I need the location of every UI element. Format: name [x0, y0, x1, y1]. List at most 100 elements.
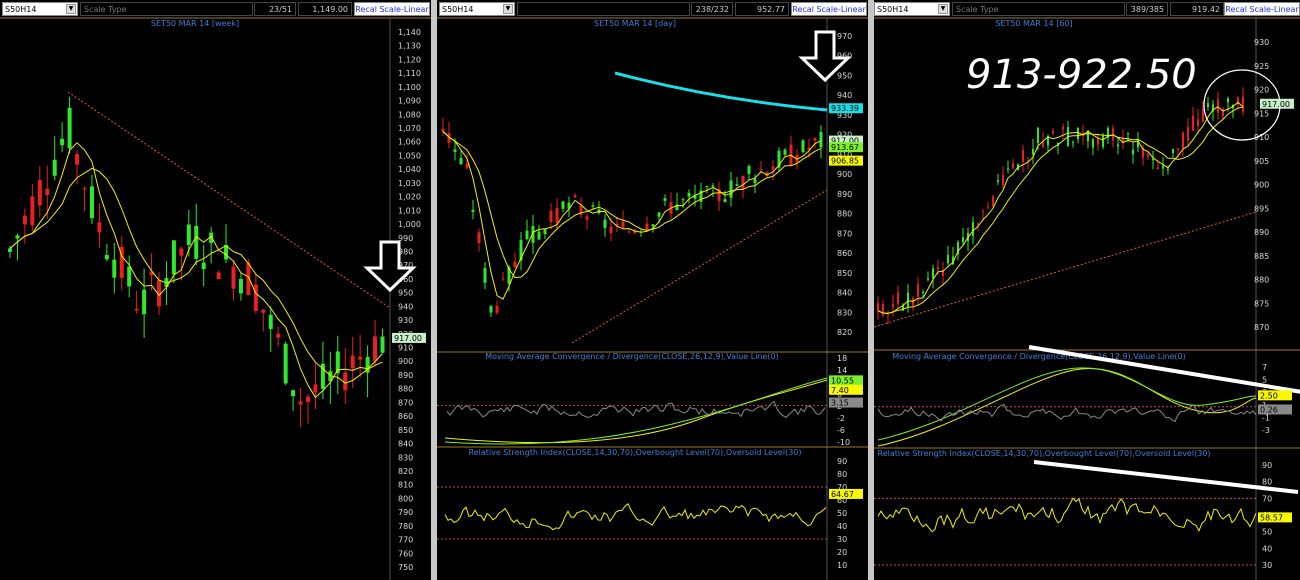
candle-body	[67, 107, 72, 149]
macd-line	[444, 377, 828, 445]
candle-body	[937, 267, 939, 270]
chart-canvas[interactable]: SET50 MAR 14 [week] 1,140 1,130 1,120 1,110 1…	[0, 0, 431, 580]
candle-body	[477, 232, 481, 244]
y-tick-label: 850	[837, 269, 852, 278]
candle-body	[609, 226, 613, 233]
candle-body	[892, 304, 894, 308]
y-tick-label: 1,080	[398, 110, 421, 119]
candle-body	[972, 222, 974, 237]
candle-body	[735, 184, 739, 186]
macd-tick-label: -6	[837, 426, 845, 435]
y-tick-label: 1,030	[398, 179, 421, 188]
rsi-tick-label: 20	[837, 548, 847, 557]
candle-body	[591, 205, 595, 207]
candle-body	[489, 305, 493, 313]
y-tick-label: 830	[837, 308, 852, 317]
candle-body	[8, 248, 12, 252]
chart-panel-60min: S50H14 ▼ Scale Type 389/385 919.42 Recal…	[874, 0, 1300, 580]
candle-body	[291, 390, 296, 397]
candle-body	[525, 230, 529, 240]
candle-body	[947, 254, 949, 264]
rsi-tick-label: 40	[1262, 544, 1272, 553]
macd-tick-label: 14	[837, 366, 847, 375]
macd-tick-label: -3	[1262, 426, 1270, 435]
candle-body	[1132, 149, 1134, 155]
candle-body	[495, 305, 499, 313]
candle-body	[142, 289, 147, 315]
candle-body	[987, 207, 989, 209]
y-tick-label: 1,120	[398, 55, 421, 64]
y-tick-label: 970	[837, 32, 852, 41]
y-tick-label: 910	[398, 344, 413, 353]
macd-tick-label: -2	[837, 414, 845, 423]
candle-body	[22, 215, 27, 225]
candle-body	[1032, 148, 1034, 155]
rsi-label: 58.57	[1260, 513, 1283, 522]
rsi-tick-label: 30	[837, 535, 847, 544]
candle-body	[238, 278, 243, 294]
candle-body	[1007, 168, 1009, 170]
macd-label: 7.40	[831, 386, 849, 395]
candle-body	[1182, 132, 1184, 149]
candle-body	[585, 216, 589, 220]
candle-body	[358, 356, 363, 360]
y-tick-label: 885	[1254, 252, 1269, 261]
candle-body	[298, 401, 303, 405]
ma-fast-line	[9, 142, 383, 399]
rsi-label: 64.67	[831, 490, 854, 499]
macd-histogram-line	[446, 400, 826, 419]
rsi-tick-label: 50	[1262, 528, 1272, 537]
price-label: 906.85	[831, 157, 859, 166]
candle-body	[1097, 138, 1099, 145]
candle-body	[543, 228, 547, 235]
rsi-tick-label: 90	[837, 457, 847, 466]
y-tick-label: 890	[398, 371, 413, 380]
y-tick-label: 1,100	[398, 83, 421, 92]
macd-label: 10.55	[831, 376, 854, 385]
candle-body	[549, 210, 553, 222]
macd-signal-line	[877, 367, 1257, 447]
y-tick-label: 1,060	[398, 138, 421, 147]
chart-canvas[interactable]: SET50 MAR 14 [day]9709609509409309209109…	[437, 0, 868, 580]
candle-body	[501, 278, 505, 280]
candle-body	[306, 396, 310, 402]
chart-title: SET50 MAR 14 [60]	[995, 19, 1072, 28]
ma-slow-line	[9, 167, 383, 384]
candle-body	[783, 149, 787, 155]
y-tick-label: 915	[1254, 109, 1269, 118]
candle-body	[15, 235, 20, 239]
candle-body	[1127, 133, 1129, 135]
candle-body	[561, 201, 565, 209]
candle-body	[268, 314, 273, 329]
candle-body	[1102, 135, 1104, 147]
candle-body	[813, 137, 817, 141]
y-tick-label: 780	[398, 522, 413, 531]
candle-body	[962, 237, 964, 243]
y-tick-label: 1,000	[398, 220, 421, 229]
candle-body	[657, 212, 661, 217]
candle-body	[627, 231, 631, 233]
candle-body	[37, 180, 42, 206]
y-tick-label: 840	[837, 289, 852, 298]
macd-line	[877, 367, 1257, 441]
candle-body	[134, 308, 139, 311]
candle-body	[681, 199, 685, 201]
y-tick-label: 760	[398, 549, 413, 558]
candle-body	[1172, 149, 1174, 154]
candle-body	[1077, 128, 1079, 140]
candle-body	[112, 259, 117, 278]
candle-body	[1177, 148, 1179, 150]
candle-body	[819, 131, 823, 148]
y-tick-label: 1,090	[398, 97, 421, 106]
y-tick-label: 920	[1254, 86, 1269, 95]
candle-body	[1207, 103, 1209, 107]
candle-body	[997, 180, 999, 182]
candle-body	[1012, 163, 1014, 169]
candle-body	[45, 188, 50, 195]
candle-body	[1227, 98, 1229, 103]
annotation-text: 913-922.50	[966, 52, 1197, 98]
candle-body	[30, 196, 35, 226]
y-tick-label: 925	[1254, 62, 1269, 71]
candle-body	[711, 185, 715, 187]
candle-body	[992, 196, 994, 206]
